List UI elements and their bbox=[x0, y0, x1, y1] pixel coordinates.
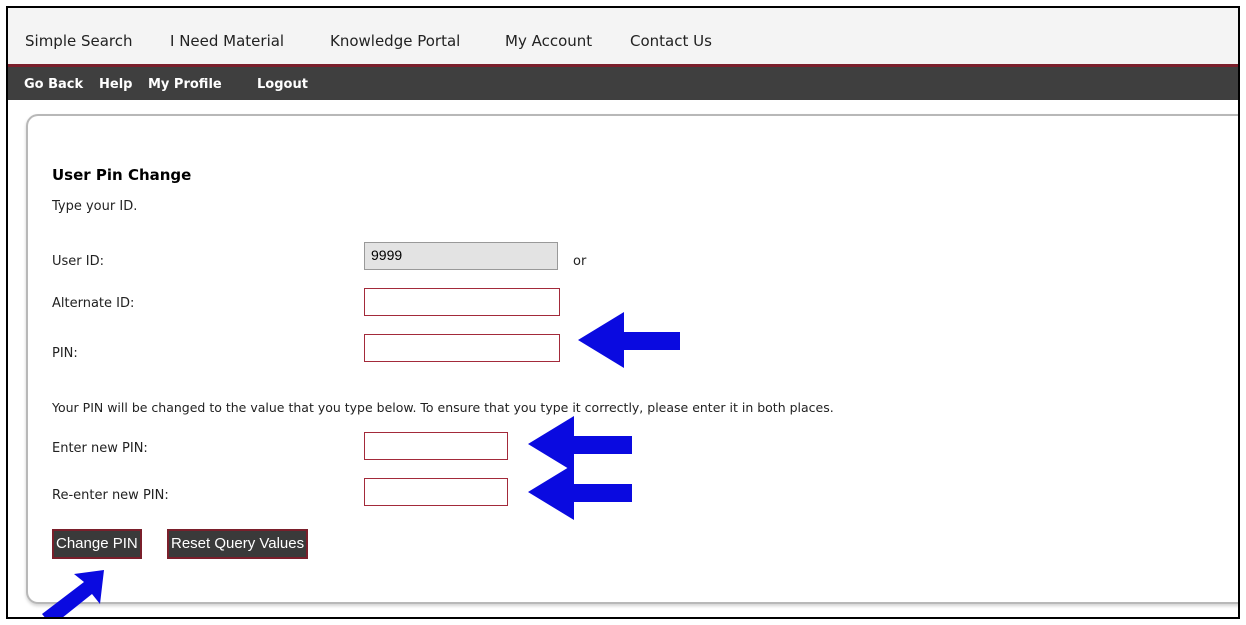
instruction-text: Type your ID. bbox=[52, 199, 138, 214]
page-title: User Pin Change bbox=[52, 166, 192, 184]
nav-my-account[interactable]: My Account bbox=[505, 32, 592, 50]
alternate-id-input[interactable] bbox=[364, 288, 560, 316]
sub-navigation: Go Back Help My Profile Logout bbox=[8, 67, 1238, 100]
screenshot-frame: Simple Search I Need Material Knowledge … bbox=[6, 6, 1240, 619]
help-link[interactable]: Help bbox=[99, 77, 132, 92]
pin-label: PIN: bbox=[52, 346, 78, 361]
pin-input[interactable] bbox=[364, 334, 560, 362]
logout-link[interactable]: Logout bbox=[257, 77, 308, 92]
change-pin-button[interactable]: Change PIN bbox=[52, 529, 142, 559]
alternate-id-label: Alternate ID: bbox=[52, 296, 135, 311]
nav-knowledge-portal[interactable]: Knowledge Portal bbox=[330, 32, 460, 50]
new-pin-label: Enter new PIN: bbox=[52, 441, 148, 456]
or-text: or bbox=[573, 254, 587, 269]
nav-contact-us[interactable]: Contact Us bbox=[630, 32, 712, 50]
my-profile-link[interactable]: My Profile bbox=[148, 77, 222, 92]
user-id-field[interactable]: 9999 bbox=[364, 242, 558, 270]
change-note-text: Your PIN will be changed to the value th… bbox=[52, 400, 834, 415]
top-navigation: Simple Search I Need Material Knowledge … bbox=[8, 8, 1238, 67]
arrow-left-icon bbox=[528, 464, 632, 520]
new-pin-input[interactable] bbox=[364, 432, 508, 460]
arrow-left-icon bbox=[578, 312, 680, 368]
go-back-link[interactable]: Go Back bbox=[24, 77, 83, 92]
arrow-up-right-icon bbox=[42, 570, 104, 617]
reenter-pin-input[interactable] bbox=[364, 478, 508, 506]
user-id-label: User ID: bbox=[52, 254, 104, 269]
nav-simple-search[interactable]: Simple Search bbox=[25, 32, 133, 50]
reenter-pin-label: Re-enter new PIN: bbox=[52, 488, 169, 503]
nav-i-need-material[interactable]: I Need Material bbox=[170, 32, 284, 50]
reset-query-values-button[interactable]: Reset Query Values bbox=[167, 529, 309, 559]
